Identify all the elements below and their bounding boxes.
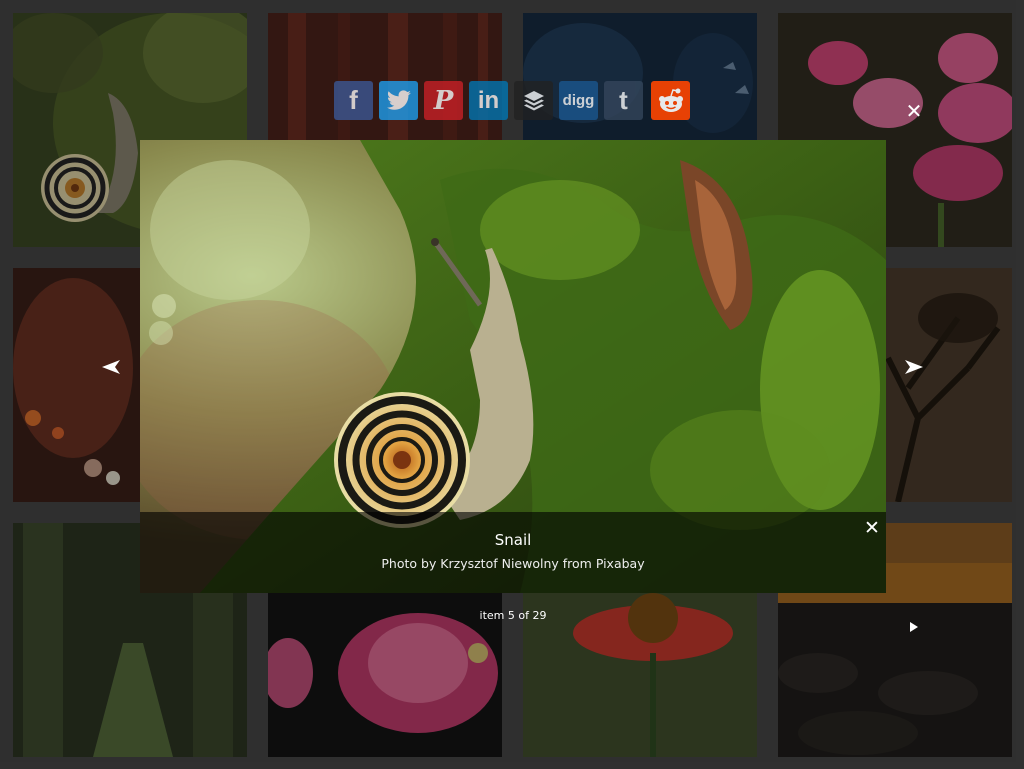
share-reddit-button[interactable] bbox=[651, 81, 690, 120]
share-facebook-button[interactable]: f bbox=[334, 81, 373, 120]
digg-icon: digg bbox=[562, 92, 595, 109]
lightbox: Snail Photo by Krzysztof Niewolny from P… bbox=[140, 140, 886, 593]
caption-close-icon[interactable]: ✕ bbox=[862, 518, 882, 538]
share-digg-button[interactable]: digg bbox=[559, 81, 598, 120]
buffer-icon bbox=[523, 90, 544, 110]
play-icon[interactable] bbox=[909, 617, 919, 632]
prev-arrow-icon[interactable] bbox=[100, 356, 122, 378]
linkedin-icon: in bbox=[477, 86, 500, 114]
caption-title: Snail bbox=[494, 531, 532, 549]
item-counter: item 5 of 29 bbox=[479, 609, 547, 622]
share-tumblr-button[interactable]: t bbox=[604, 81, 643, 120]
pinterest-icon: P bbox=[433, 85, 454, 116]
caption-description: Photo by Krzysztof Niewolny from Pixabay bbox=[381, 556, 645, 571]
lightbox-caption: Snail Photo by Krzysztof Niewolny from P… bbox=[140, 512, 886, 593]
close-icon[interactable]: ✕ bbox=[905, 101, 923, 121]
share-buffer-button[interactable] bbox=[514, 81, 553, 120]
share-linkedin-button[interactable]: in bbox=[469, 81, 508, 120]
share-twitter-button[interactable] bbox=[379, 81, 418, 120]
next-arrow-icon[interactable] bbox=[903, 356, 925, 378]
share-pinterest-button[interactable]: P bbox=[424, 81, 463, 120]
tumblr-icon: t bbox=[619, 85, 628, 115]
reddit-icon bbox=[658, 88, 683, 112]
facebook-icon: f bbox=[349, 85, 358, 115]
twitter-icon bbox=[386, 89, 411, 110]
